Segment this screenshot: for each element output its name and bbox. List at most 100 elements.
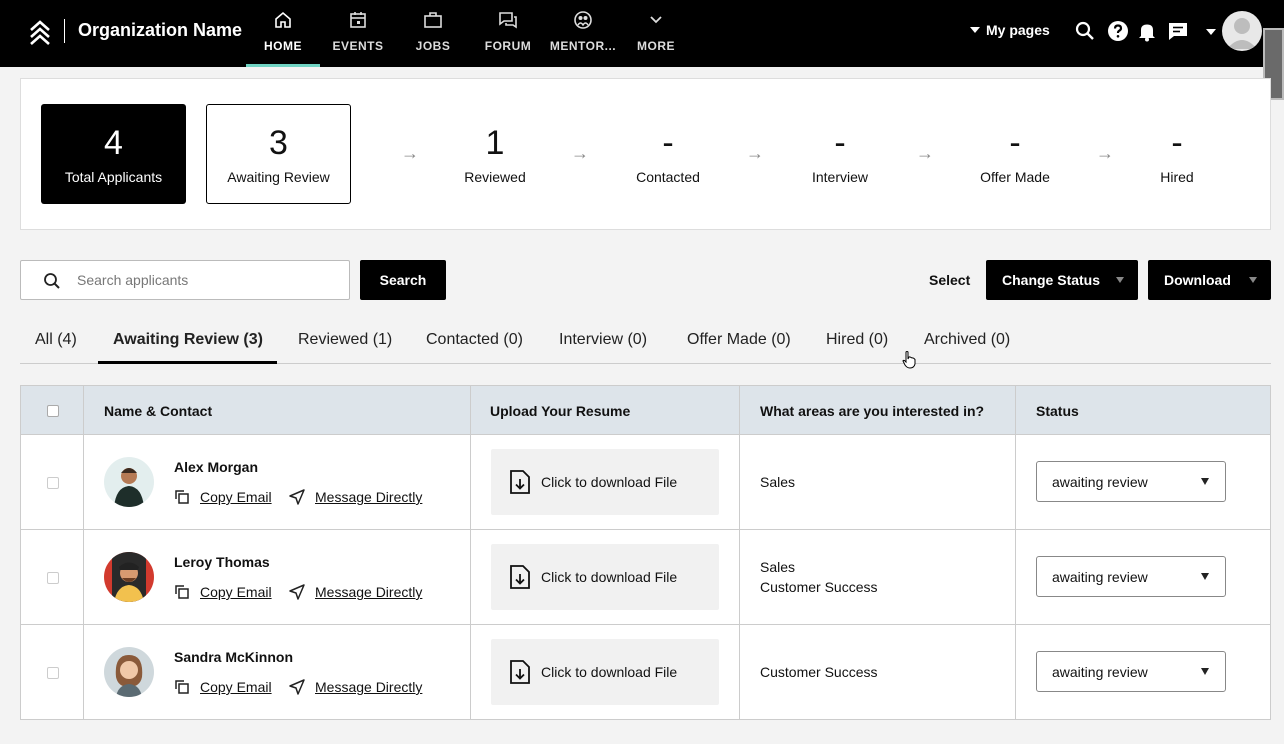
applicant-name[interactable]: Sandra McKinnon — [174, 649, 293, 665]
nav-home[interactable]: HOME — [246, 0, 320, 67]
copy-email-link[interactable]: Copy Email — [174, 584, 272, 600]
nav-more[interactable]: MORE — [621, 0, 691, 67]
default-user-icon — [1227, 18, 1257, 49]
copy-email-label: Copy Email — [200, 679, 272, 695]
stat-contacted[interactable]: - Contacted — [598, 104, 738, 204]
copy-email-link[interactable]: Copy Email — [174, 679, 272, 695]
person-photo-icon — [104, 552, 154, 602]
stat-interview-label: Interview — [811, 169, 869, 185]
search-button[interactable]: Search — [360, 260, 446, 300]
status-select[interactable]: awaiting review — [1036, 461, 1226, 502]
status-value: awaiting review — [1052, 663, 1148, 680]
download-resume-button[interactable]: Click to download File — [491, 449, 719, 515]
tab-archived[interactable]: Archived (0) — [924, 331, 1010, 349]
search-icon[interactable] — [1074, 20, 1096, 42]
avatar — [104, 647, 154, 697]
caret-down-icon — [1201, 478, 1209, 485]
nav-forum[interactable]: FORUM — [471, 0, 545, 67]
send-icon — [289, 489, 305, 505]
avatar — [104, 552, 154, 602]
bell-icon[interactable] — [1136, 20, 1158, 42]
stat-interview-value: - — [834, 124, 846, 162]
nav-jobs[interactable]: JOBS — [396, 0, 470, 67]
copy-icon — [175, 490, 189, 504]
stat-offer-made[interactable]: - Offer Made — [945, 104, 1085, 204]
column-header-name[interactable]: Name & Contact — [104, 403, 212, 419]
arrow-icon: → — [746, 143, 764, 163]
status-select[interactable]: awaiting review — [1036, 651, 1226, 692]
logo-icon[interactable] — [28, 18, 52, 46]
change-status-button[interactable]: Change Status — [986, 260, 1138, 300]
nav-events[interactable]: EVENTS — [321, 0, 395, 67]
search-input[interactable] — [77, 269, 337, 291]
download-file-label: Click to download File — [541, 569, 678, 585]
user-avatar[interactable] — [1222, 11, 1262, 51]
message-directly-link[interactable]: Message Directly — [289, 679, 422, 695]
column-header-status[interactable]: Status — [1036, 403, 1079, 419]
file-download-icon — [510, 470, 530, 494]
tab-awaiting-review[interactable]: Awaiting Review (3) — [113, 331, 263, 349]
select-label[interactable]: Select — [929, 272, 970, 288]
applicant-name[interactable]: Alex Morgan — [174, 459, 258, 475]
download-resume-button[interactable]: Click to download File — [491, 544, 719, 610]
message-directly-link[interactable]: Message Directly — [289, 584, 422, 600]
nav-forum-label: FORUM — [484, 39, 532, 53]
copy-email-link[interactable]: Copy Email — [174, 489, 272, 505]
tab-contacted[interactable]: Contacted (0) — [426, 331, 523, 349]
nav-mentor[interactable]: MENTOR... — [546, 0, 620, 67]
download-file-label: Click to download File — [541, 474, 678, 490]
column-header-interest[interactable]: What areas are you interested in? — [760, 403, 984, 419]
row-checkbox[interactable] — [47, 572, 59, 584]
interest-area: Customer Success — [760, 664, 878, 680]
hand-cursor-icon — [902, 351, 916, 369]
search-field[interactable] — [20, 260, 350, 300]
message-directly-label: Message Directly — [315, 584, 423, 600]
send-icon — [289, 679, 305, 695]
organization-name[interactable]: Organization Name — [78, 20, 242, 41]
stat-reviewed[interactable]: 1 Reviewed — [425, 104, 565, 204]
briefcase-icon — [424, 12, 442, 28]
stat-awaiting-review[interactable]: 3 Awaiting Review — [206, 104, 351, 204]
active-tab-indicator — [98, 361, 277, 364]
tab-interview[interactable]: Interview (0) — [559, 331, 647, 349]
arrow-icon: → — [571, 143, 589, 163]
message-icon[interactable] — [1167, 20, 1189, 42]
avatar — [104, 457, 154, 507]
arrow-icon: → — [916, 143, 934, 163]
download-button[interactable]: Download — [1148, 260, 1271, 300]
applicant-name[interactable]: Leroy Thomas — [174, 554, 270, 570]
help-icon[interactable] — [1107, 20, 1129, 42]
search-icon — [44, 273, 60, 289]
column-header-resume[interactable]: Upload Your Resume — [490, 403, 630, 419]
tab-offer-made[interactable]: Offer Made (0) — [687, 331, 791, 349]
row-checkbox[interactable] — [47, 477, 59, 489]
my-pages-dropdown[interactable]: My pages — [970, 22, 1050, 38]
chat-icon — [499, 12, 517, 29]
row-checkbox[interactable] — [47, 667, 59, 679]
status-select[interactable]: awaiting review — [1036, 556, 1226, 597]
arrow-icon: → — [401, 143, 419, 163]
stat-total-value: 4 — [104, 124, 123, 162]
download-file-label: Click to download File — [541, 664, 678, 680]
stat-hired-label: Hired — [1160, 169, 1194, 185]
account-caret-icon[interactable] — [1206, 29, 1216, 35]
mentor-icon — [574, 11, 592, 29]
caret-down-icon — [1201, 573, 1209, 580]
tab-all[interactable]: All (4) — [35, 331, 77, 349]
interest-area: Sales — [760, 559, 796, 575]
status-tabs: All (4) Awaiting Review (3) Reviewed (1)… — [20, 318, 1271, 364]
message-directly-label: Message Directly — [315, 679, 423, 695]
tab-hired[interactable]: Hired (0) — [826, 331, 888, 349]
message-directly-link[interactable]: Message Directly — [289, 489, 422, 505]
nav-events-label: EVENTS — [332, 39, 384, 53]
nav-more-label: MORE — [637, 39, 675, 53]
tab-reviewed[interactable]: Reviewed (1) — [298, 331, 392, 349]
caret-down-icon — [1249, 277, 1257, 283]
copy-email-label: Copy Email — [200, 489, 272, 505]
stat-total-applicants[interactable]: 4 Total Applicants — [41, 104, 186, 204]
stat-hired[interactable]: - Hired — [1107, 104, 1247, 204]
select-all-checkbox[interactable] — [47, 405, 59, 417]
stat-interview[interactable]: - Interview — [770, 104, 910, 204]
download-label: Download — [1164, 272, 1231, 288]
download-resume-button[interactable]: Click to download File — [491, 639, 719, 705]
